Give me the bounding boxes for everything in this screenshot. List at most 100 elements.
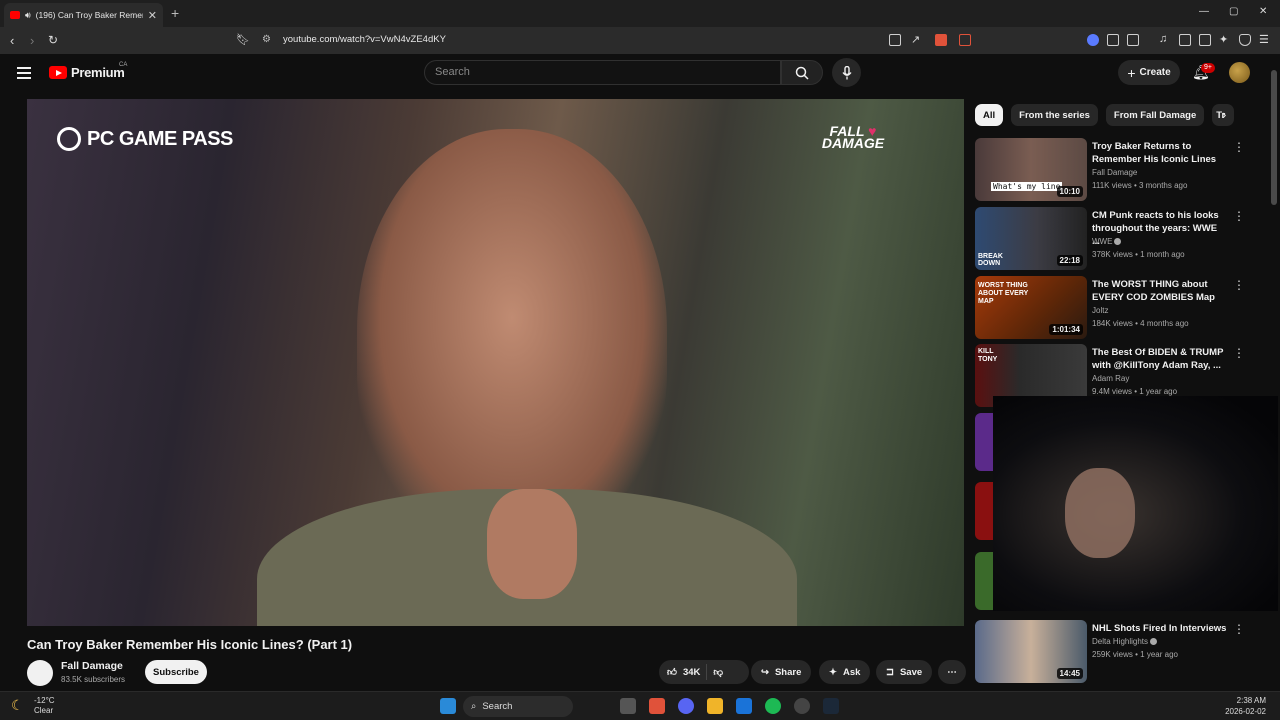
recommendation-item[interactable]: BREAK DOWN 22:18 CM Punk reacts to his l… <box>975 207 1265 271</box>
recommendation-channel[interactable]: Adam Ray <box>1092 374 1129 383</box>
youtube-header: Premium CA Search + Create 🔔︎ 9+ <box>0 54 1280 94</box>
extensions-icon[interactable] <box>1107 34 1119 46</box>
forward-icon[interactable]: › <box>30 33 34 48</box>
scrollbar-thumb[interactable] <box>1271 70 1277 205</box>
tab-title: (196) Can Troy Baker Rememb <box>35 10 143 20</box>
thumbnail-caption: KILL TONY <box>978 348 998 363</box>
more-actions-button[interactable]: ⋯ <box>938 660 966 684</box>
video-thumbnail[interactable]: BREAK DOWN 22:18 <box>975 207 1087 270</box>
leo-ai-icon[interactable]: ✦ <box>1219 33 1228 46</box>
more-options-icon[interactable]: ⋮ <box>1233 278 1245 292</box>
bookmark-icon[interactable]: 🔖︎ <box>236 33 250 46</box>
taskbar-search[interactable]: ⌕ Search <box>463 696 573 717</box>
microphone-icon <box>841 65 852 79</box>
share-page-icon[interactable]: ↗ <box>911 33 920 46</box>
voice-search-button[interactable] <box>832 58 861 87</box>
recommendation-title[interactable]: The WORST THING about EVERY COD ZOMBIES … <box>1092 278 1227 304</box>
menu-icon[interactable]: ☰ <box>1259 33 1269 46</box>
more-options-icon[interactable]: ⋮ <box>1233 622 1245 636</box>
more-options-icon[interactable]: ⋮ <box>1233 346 1245 360</box>
steam-icon[interactable] <box>823 698 839 714</box>
browser-tab[interactable]: 🔊︎ (196) Can Troy Baker Rememb ✕ <box>4 3 163 27</box>
settings-gear-icon[interactable] <box>794 698 810 714</box>
system-clock[interactable]: 2:38 AM 2026-02-02 <box>1220 695 1266 717</box>
plus-icon: + <box>1127 64 1136 81</box>
search-input[interactable]: Search <box>424 60 781 85</box>
share-button[interactable]: ↪ Share <box>751 660 812 684</box>
thumbs-down-icon[interactable]: 👎︎ <box>713 666 723 678</box>
discord-icon[interactable] <box>678 698 694 714</box>
video-thumbnail[interactable]: What's my line 10:10 <box>975 138 1087 201</box>
video-thumbnail[interactable]: 14:45 <box>975 620 1087 683</box>
recommendation-title[interactable]: The Best Of BIDEN & TRUMP with @KillTony… <box>1092 346 1227 372</box>
youtube-premium-logo[interactable]: Premium CA <box>49 62 127 80</box>
channel-avatar[interactable] <box>27 660 53 686</box>
mail-icon[interactable] <box>736 698 752 714</box>
brave-rewards-icon[interactable] <box>959 34 971 46</box>
moon-weather-icon[interactable]: ☾ <box>11 697 24 714</box>
wallet-icon[interactable] <box>1199 34 1211 46</box>
ask-label: Ask <box>842 666 861 678</box>
page-scrollbar[interactable] <box>1271 60 1277 680</box>
speaker-icon[interactable]: 🔊︎ <box>25 10 31 21</box>
back-icon[interactable]: ‹ <box>10 33 14 48</box>
create-button[interactable]: + Create <box>1118 60 1180 85</box>
duration-badge: 10:10 <box>1056 186 1083 197</box>
tab-close-icon[interactable]: ✕ <box>148 9 157 22</box>
hidden-thumbnail[interactable] <box>975 482 993 540</box>
chip-all[interactable]: All <box>975 104 1004 126</box>
taskbar-search-label: Search <box>482 701 513 712</box>
like-button[interactable]: 👍︎ 34K <box>667 666 700 679</box>
recommendation-channel[interactable]: Delta Highlights <box>1092 637 1158 646</box>
file-explorer-icon[interactable] <box>707 698 723 714</box>
more-options-icon[interactable]: ⋮ <box>1233 209 1245 223</box>
weather-widget[interactable]: -12°C Clear <box>34 696 55 716</box>
close-window-button[interactable]: ✕ <box>1259 6 1267 17</box>
site-info-icon[interactable]: ⚙ <box>262 34 271 45</box>
more-horizontal-icon: ⋯ <box>947 666 957 678</box>
vpn-icon[interactable] <box>1087 34 1099 46</box>
subscribe-button[interactable]: Subscribe <box>145 660 207 684</box>
temperature: -12°C <box>34 696 55 705</box>
recommendation-meta: 111K views • 3 months ago <box>1092 181 1188 190</box>
search-button[interactable] <box>781 60 823 85</box>
sidebar-icon[interactable] <box>1179 34 1191 46</box>
maximize-button[interactable]: ▢ <box>1229 6 1238 17</box>
address-bar[interactable]: youtube.com/watch?v=VwN4vZE4dKY <box>283 34 446 45</box>
ask-button[interactable]: ✦ Ask <box>819 660 871 684</box>
video-thumbnail[interactable]: WORST THING ABOUT EVERY MAP 1:01:34 <box>975 276 1087 339</box>
hamburger-menu-icon[interactable] <box>17 67 31 79</box>
like-dislike-group: 👍︎ 34K 👎︎ <box>659 660 749 684</box>
task-view-icon[interactable] <box>620 698 636 714</box>
recommendation-item[interactable]: What's my line 10:10 Troy Baker Returns … <box>975 138 1265 202</box>
brave-shields-icon[interactable] <box>935 34 947 46</box>
recommendation-channel[interactable]: Fall Damage <box>1092 168 1137 177</box>
reload-icon[interactable]: ↻ <box>48 33 58 47</box>
minimize-button[interactable]: — <box>1199 6 1209 17</box>
video-player[interactable]: PC GAME PASS FALL ♥ DAMAGE <box>27 99 964 626</box>
media-icon[interactable]: ♫ <box>1159 33 1167 45</box>
screenshot-icon[interactable] <box>1127 34 1139 46</box>
save-button[interactable]: ⊐ Save <box>876 660 933 684</box>
spotify-icon[interactable] <box>765 698 781 714</box>
recommendation-channel[interactable]: Joltz <box>1092 306 1108 315</box>
chip-from-the-series[interactable]: From the series <box>1011 104 1098 126</box>
windows-start-icon[interactable] <box>440 698 456 714</box>
recommendation-item[interactable]: 14:45 NHL Shots Fired In Interviews Delt… <box>975 620 1265 684</box>
channel-name[interactable]: Fall Damage <box>61 660 123 672</box>
chip-from-fall-damage[interactable]: From Fall Damage <box>1105 104 1205 126</box>
recommendation-channel[interactable]: WWE <box>1092 237 1122 246</box>
recommendation-title[interactable]: NHL Shots Fired In Interviews <box>1092 622 1227 635</box>
recommendation-title[interactable]: Troy Baker Returns to Remember His Iconi… <box>1092 140 1227 166</box>
cast-icon[interactable] <box>889 34 901 46</box>
brave-browser-icon[interactable] <box>649 698 665 714</box>
shield-icon[interactable] <box>1239 34 1251 46</box>
new-tab-button[interactable]: + <box>171 5 179 21</box>
more-options-icon[interactable]: ⋮ <box>1233 140 1245 154</box>
share-icon: ↪ <box>761 666 769 678</box>
hidden-thumbnail[interactable] <box>975 552 993 610</box>
recommendation-item[interactable]: WORST THING ABOUT EVERY MAP 1:01:34 The … <box>975 276 1265 340</box>
hidden-thumbnail[interactable] <box>975 413 993 471</box>
chevron-right-icon[interactable]: › <box>1222 107 1226 122</box>
user-avatar[interactable] <box>1229 62 1250 83</box>
